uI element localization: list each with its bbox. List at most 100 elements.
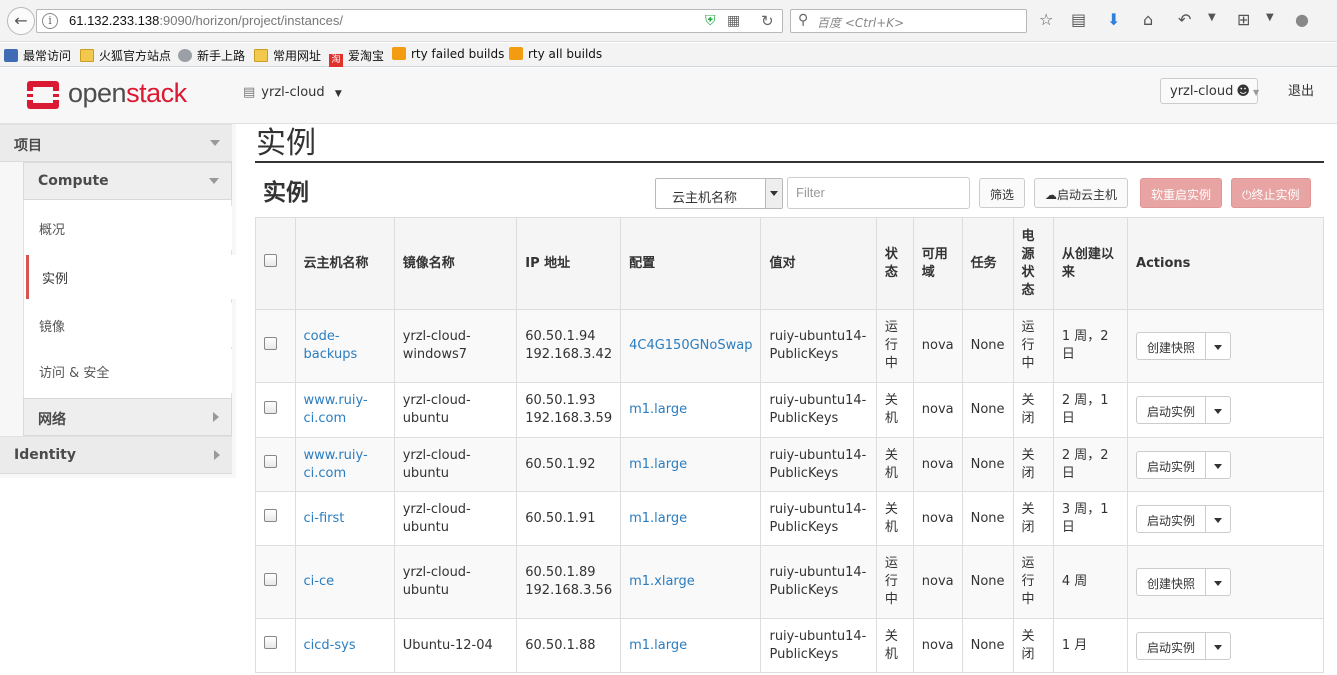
filter-field-select[interactable]: 云主机名称: [655, 178, 783, 209]
column-header[interactable]: 状态: [875, 217, 914, 310]
row-action-dropdown-icon[interactable]: [1206, 397, 1230, 423]
openstack-logo-icon[interactable]: [26, 80, 60, 110]
column-header[interactable]: IP 地址: [516, 217, 622, 310]
chat-icon[interactable]: ●: [1295, 10, 1309, 30]
sidebar-item-overview[interactable]: 概况: [26, 206, 232, 250]
chevron-right-icon: [214, 450, 220, 460]
folder-icon: [80, 49, 94, 62]
table-row: ci-ce yrzl-cloud-ubuntu 60.50.1.89 192.168…: [255, 545, 1324, 619]
row-action-dropdown-icon[interactable]: [1206, 569, 1230, 595]
home-icon[interactable]: ⌂: [1143, 10, 1153, 30]
info-icon[interactable]: i: [42, 13, 58, 29]
row-action-button[interactable]: 启动实例: [1137, 451, 1207, 478]
sidebar-item-access-security[interactable]: 访问 & 安全: [26, 349, 232, 393]
row-action-group: 创建快照: [1136, 568, 1232, 596]
bookmark-most-visited[interactable]: 最常访问: [4, 47, 71, 64]
qr-code-icon[interactable]: ▦: [727, 13, 740, 29]
column-header[interactable]: 从创建以来: [1052, 217, 1129, 310]
row-select-cell: [255, 309, 296, 383]
bookmark-taobao[interactable]: 淘爱淘宝: [329, 47, 384, 67]
instance-name-link[interactable]: ci-first: [304, 511, 345, 526]
reload-icon[interactable]: ↻: [761, 12, 774, 30]
availability-zone-cell: nova: [912, 309, 963, 383]
launch-instance-button[interactable]: ☁启动云主机: [1034, 178, 1129, 208]
instance-name-link[interactable]: code-backups: [304, 329, 358, 362]
sidebar-item-images[interactable]: 镜像: [26, 303, 232, 347]
age-cell: 1 周，2 日: [1052, 309, 1129, 383]
page-title: 实例: [256, 126, 316, 161]
column-header[interactable]: 值对: [760, 217, 877, 310]
flavor-link[interactable]: m1.large: [629, 638, 687, 653]
row-checkbox[interactable]: [264, 455, 277, 468]
back-arrow-icon[interactable]: ←: [7, 7, 35, 35]
openstack-logo-text[interactable]: openstack: [68, 78, 187, 109]
soft-reboot-button[interactable]: 软重启实例: [1140, 178, 1223, 208]
bookmark-firefox-site[interactable]: 火狐官方站点: [80, 47, 171, 64]
undo-icon[interactable]: ↶: [1178, 10, 1191, 30]
row-action-dropdown-icon[interactable]: [1206, 452, 1230, 478]
task-cell: None: [961, 309, 1014, 383]
row-action-button[interactable]: 启动实例: [1137, 397, 1207, 423]
user-menu[interactable]: yrzl-cloud ☻ ▼: [1160, 78, 1259, 104]
power-state-cell: 运行中: [1012, 545, 1054, 619]
row-checkbox[interactable]: [264, 509, 277, 522]
row-action-dropdown-icon[interactable]: [1206, 333, 1230, 359]
row-action-button[interactable]: 启动实例: [1137, 505, 1207, 532]
url-bar[interactable]: i 61.132.233.138:9090/horizon/project/in…: [36, 9, 783, 33]
bookmark-rty-failed-builds[interactable]: rty failed builds: [392, 47, 504, 61]
row-action-button[interactable]: 创建快照: [1137, 569, 1207, 595]
url-text[interactable]: 61.132.233.138:9090/horizon/project/inst…: [69, 13, 343, 28]
star-icon[interactable]: ☆: [1039, 10, 1053, 30]
image-name-cell: yrzl-cloud-ubuntu: [393, 382, 518, 438]
instance-name-link[interactable]: www.ruiy-ci.com: [304, 448, 368, 481]
download-icon[interactable]: ⬇: [1107, 10, 1120, 30]
column-header[interactable]: 电源状态: [1012, 217, 1054, 310]
reading-list-icon[interactable]: ▤: [1071, 10, 1086, 30]
terminate-instances-button[interactable]: ⏻终止实例: [1231, 178, 1311, 208]
row-action-dropdown-icon[interactable]: [1206, 633, 1230, 659]
sidebar-group-compute[interactable]: Compute: [23, 162, 232, 200]
actions-cell: 启动实例: [1127, 491, 1324, 546]
row-checkbox[interactable]: [264, 572, 277, 586]
search-input[interactable]: ⚲ 百度 <Ctrl+K>: [790, 9, 1027, 33]
instance-name-link[interactable]: www.ruiy-ci.com: [304, 393, 368, 426]
sidebar-section-project[interactable]: 项目: [0, 124, 232, 162]
crop-icon[interactable]: ⊞: [1237, 10, 1250, 30]
row-checkbox[interactable]: [264, 336, 277, 350]
row-action-dropdown-icon[interactable]: [1206, 506, 1230, 532]
row-checkbox[interactable]: [264, 400, 277, 414]
column-header[interactable]: 配置: [620, 217, 762, 310]
app-header: openstack ▤ yrzl-cloud ▼ yrzl-cloud ☻ ▼ 退出: [0, 68, 1337, 124]
sidebar-section-identity[interactable]: Identity: [0, 436, 232, 474]
column-header[interactable]: 可用域: [912, 217, 963, 310]
column-header[interactable]: 云主机名称: [294, 217, 395, 310]
instance-name-link[interactable]: ci-ce: [304, 574, 335, 589]
sidebar-group-network[interactable]: 网络: [23, 398, 232, 436]
undo-dropdown-icon[interactable]: ▼: [1208, 12, 1216, 23]
row-action-button[interactable]: 启动实例: [1137, 632, 1207, 659]
bookmark-getting-started[interactable]: 新手上路: [178, 47, 245, 64]
flavor-link[interactable]: m1.large: [629, 402, 687, 417]
crop-dropdown-icon[interactable]: ▼: [1266, 12, 1274, 23]
column-header[interactable]: 镜像名称: [393, 217, 518, 310]
bookmark-common-sites[interactable]: 常用网址: [254, 47, 321, 64]
filter-button[interactable]: 筛选: [979, 178, 1026, 208]
instance-name-link[interactable]: cicd-sys: [304, 638, 356, 653]
filter-input[interactable]: Filter: [787, 177, 970, 209]
flavor-link[interactable]: m1.xlarge: [629, 574, 695, 589]
shield-icon[interactable]: ⛨: [705, 13, 719, 29]
sidebar-item-instances[interactable]: 实例: [26, 255, 236, 299]
project-switcher[interactable]: ▤ yrzl-cloud ▼: [243, 85, 342, 100]
select-all-checkbox[interactable]: [264, 254, 277, 267]
bookmark-rty-all-builds[interactable]: rty all builds: [509, 47, 602, 61]
actions-cell: 创建快照: [1127, 545, 1324, 619]
row-checkbox[interactable]: [264, 636, 277, 649]
logout-link[interactable]: 退出: [1288, 80, 1314, 99]
flavor-link[interactable]: m1.large: [629, 457, 687, 472]
row-action-button[interactable]: 创建快照: [1137, 333, 1207, 359]
flavor-link[interactable]: 4C4G150GNoSwap: [629, 338, 752, 353]
column-header[interactable]: 任务: [961, 217, 1014, 310]
availability-zone-cell: nova: [912, 437, 963, 492]
flavor-link[interactable]: m1.large: [629, 511, 687, 526]
instance-name-cell: www.ruiy-ci.com: [294, 382, 395, 438]
